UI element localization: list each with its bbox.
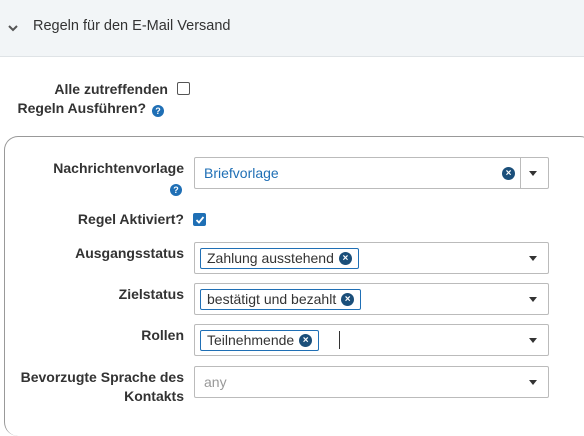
roles-select[interactable]: Teilnehmende × [194, 324, 549, 356]
language-label-line1: Bevorzugte Sprache des [20, 369, 184, 385]
help-icon[interactable]: ? [170, 184, 182, 196]
clear-icon[interactable]: × [502, 167, 515, 180]
source-status-label: Ausgangsstatus [75, 245, 184, 261]
panel-header[interactable]: Regeln für den E-Mail Versand [0, 0, 584, 57]
tag-text: Teilnehmende [207, 332, 295, 348]
panel-title: Regeln für den E-Mail Versand [33, 18, 231, 34]
remove-tag-icon[interactable]: × [341, 293, 355, 306]
execute-all-label-line2: Regeln Ausführen? ? [17, 98, 164, 118]
template-select[interactable]: Briefvorlage × [194, 157, 549, 189]
rule-enabled-checkbox[interactable] [193, 213, 206, 226]
select-divider [520, 157, 521, 189]
execute-all-label-line1: Alle zutreffenden [54, 81, 168, 97]
help-icon[interactable]: ? [152, 105, 164, 117]
dropdown-arrow-icon[interactable] [529, 297, 537, 302]
checkmark-icon [195, 216, 205, 224]
remove-tag-icon[interactable]: × [338, 252, 352, 265]
execute-all-checkbox[interactable] [177, 82, 190, 95]
target-status-label: Zielstatus [118, 286, 184, 302]
rule-enabled-label: Regel Aktiviert? [77, 211, 184, 227]
language-select[interactable]: any [194, 366, 549, 398]
template-label: Nachrichtenvorlage [53, 160, 184, 176]
source-status-select[interactable]: Zahlung ausstehend × [194, 242, 549, 274]
status-tag: Zahlung ausstehend × [200, 248, 359, 269]
role-tag: Teilnehmende × [200, 330, 320, 351]
dropdown-arrow-icon[interactable] [529, 380, 537, 385]
template-value: Briefvorlage [204, 165, 279, 181]
language-label-line2: Kontakts [124, 388, 184, 404]
target-status-select[interactable]: bestätigt und bezahlt × [194, 283, 549, 315]
execute-all-label-text: Regeln Ausführen? [17, 100, 147, 116]
text-cursor [339, 331, 340, 349]
chevron-down-icon[interactable] [7, 22, 19, 34]
language-placeholder: any [204, 374, 227, 390]
dropdown-arrow-icon[interactable] [529, 338, 537, 343]
roles-label: Rollen [141, 327, 184, 343]
remove-tag-icon[interactable]: × [299, 334, 313, 347]
dropdown-arrow-icon[interactable] [529, 171, 537, 176]
dropdown-arrow-icon[interactable] [529, 256, 537, 261]
tag-text: Zahlung ausstehend [207, 250, 334, 266]
status-tag: bestätigt und bezahlt × [200, 289, 362, 310]
tag-text: bestätigt und bezahlt [207, 291, 337, 307]
